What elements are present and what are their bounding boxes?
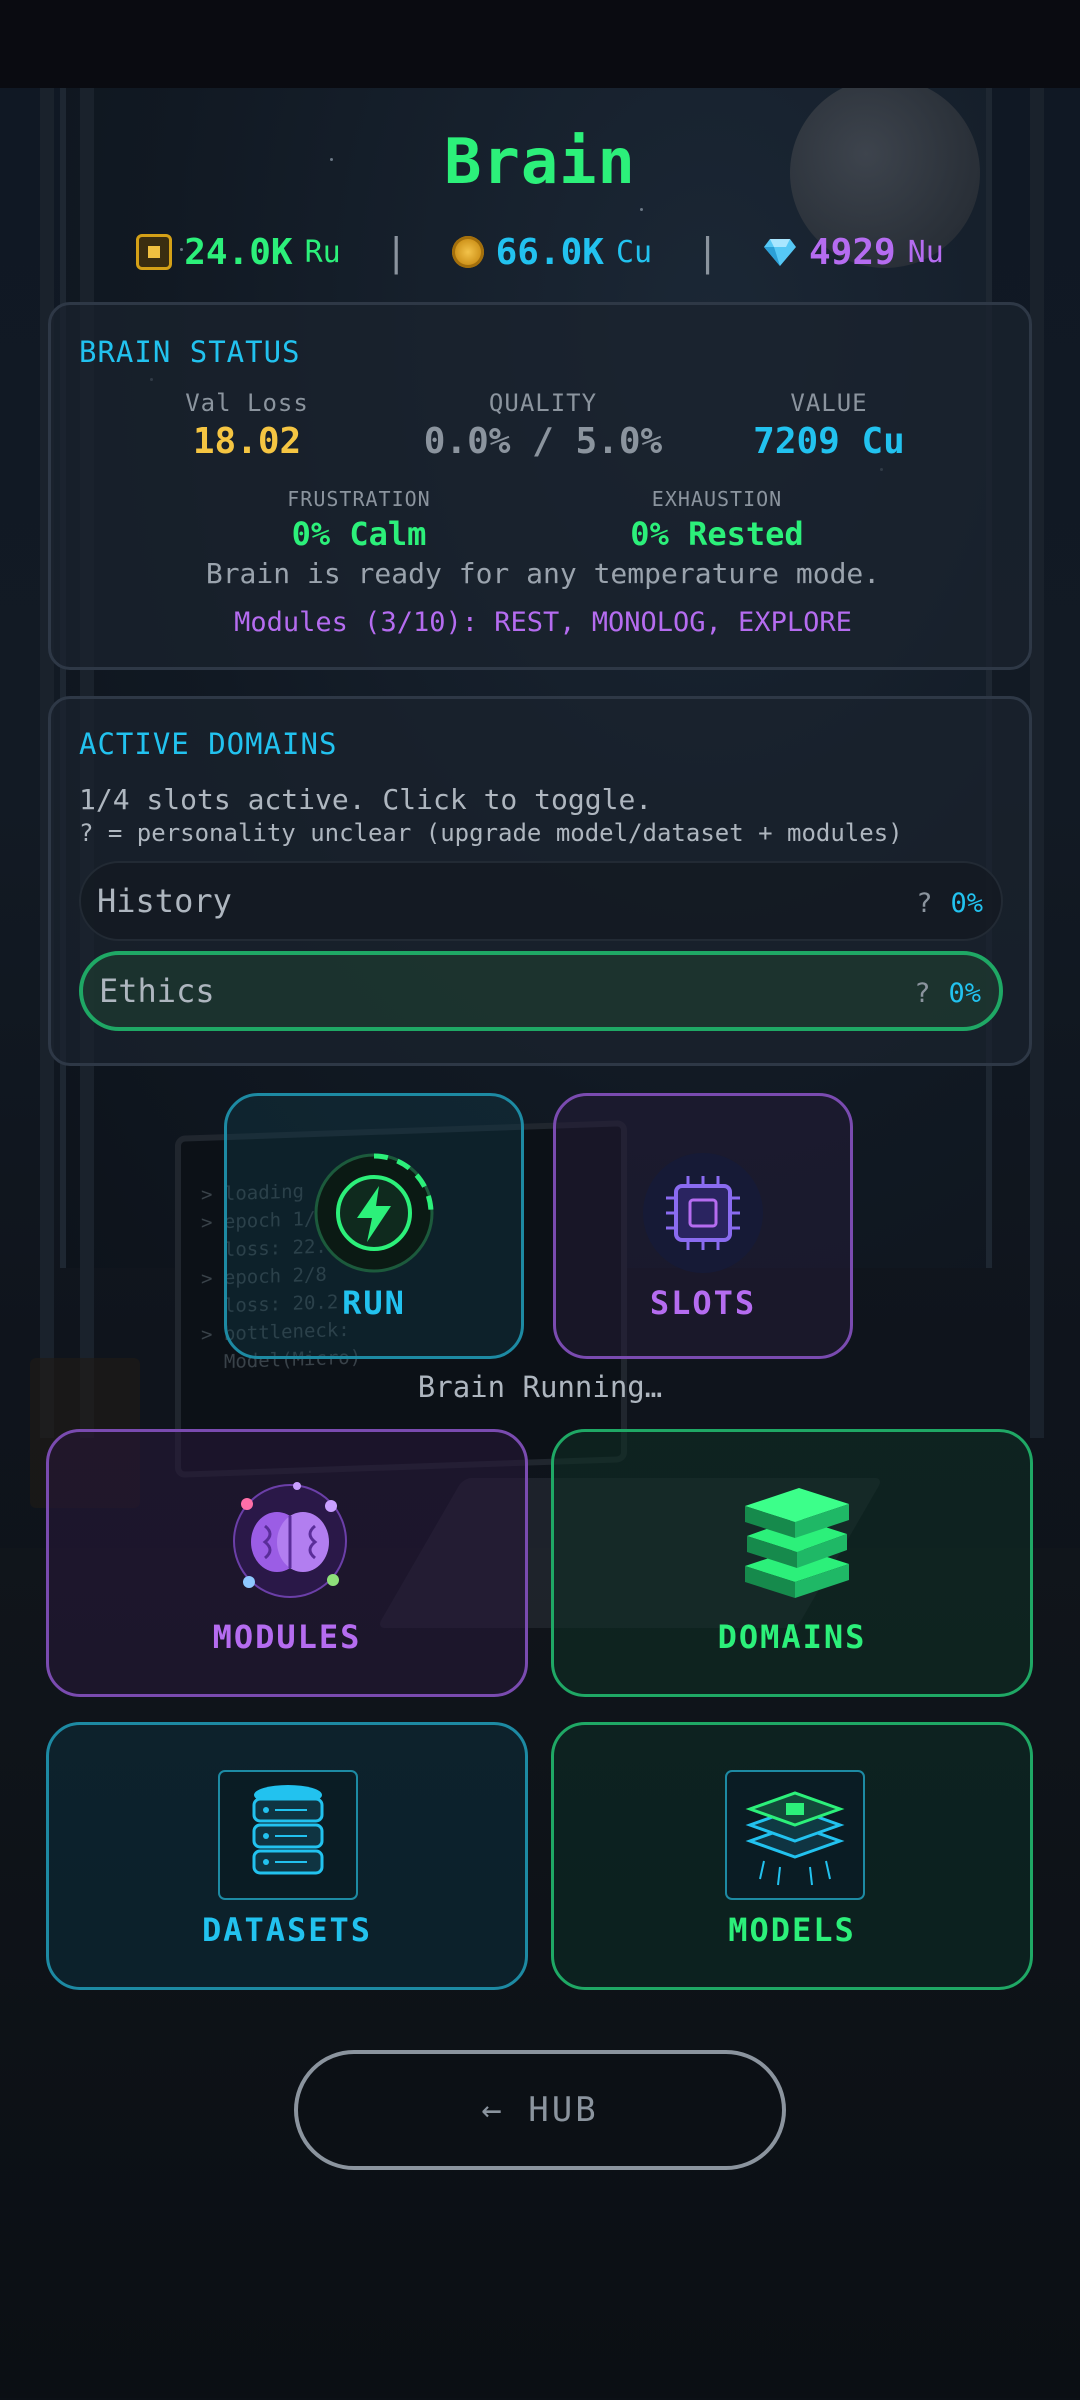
lightning-icon xyxy=(314,1153,434,1273)
frustration-value: 0% Calm xyxy=(291,515,427,553)
currency-ru: 24.0K Ru xyxy=(136,232,341,273)
chip-icon xyxy=(136,234,173,270)
domain-name: Ethics xyxy=(99,972,215,1010)
run-button[interactable]: RUN xyxy=(224,1093,524,1359)
val-loss-label: Val Loss xyxy=(185,389,309,417)
currency-cu-value: 66.0K xyxy=(495,231,604,273)
cpu-chip-icon xyxy=(643,1153,763,1273)
divider: | xyxy=(696,230,719,274)
running-status: Brain Running… xyxy=(417,1370,663,1404)
coin-icon xyxy=(451,236,484,268)
currency-nu-unit: Nu xyxy=(907,234,944,270)
value-amount: 7209 Cu xyxy=(753,421,905,462)
val-loss-value: 18.02 xyxy=(192,421,302,462)
exhaustion-stat: EXHAUSTION 0% Rested xyxy=(567,487,867,553)
currency-nu-value: 4929 xyxy=(808,231,896,273)
domain-clarity: ? xyxy=(916,888,933,919)
active-domains-panel: ACTIVE DOMAINS 1/4 slots active. Click t… xyxy=(48,696,1032,1066)
status-bar xyxy=(0,0,1080,88)
datasets-button[interactable]: DATASETS xyxy=(46,1722,528,1990)
exhaustion-value: 0% Rested xyxy=(630,515,804,553)
page-title: Brain xyxy=(444,125,636,198)
slots-button[interactable]: SLOTS xyxy=(553,1093,853,1359)
database-icon xyxy=(218,1770,358,1900)
val-loss-stat: Val Loss 18.02 xyxy=(97,389,397,462)
brain-status-heading: BRAIN STATUS xyxy=(79,335,301,369)
status-message: Brain is ready for any temperature mode. xyxy=(205,557,881,590)
models-button[interactable]: MODELS xyxy=(551,1722,1033,1990)
currency-bar: 24.0K Ru | 66.0K Cu | 4929 Nu xyxy=(0,230,1080,274)
layers-chip-icon xyxy=(725,1770,865,1900)
divider: | xyxy=(384,230,408,274)
modules-button[interactable]: MODULES xyxy=(46,1429,528,1697)
datasets-label: DATASETS xyxy=(201,1911,373,1949)
active-domains-heading: ACTIVE DOMAINS xyxy=(79,727,338,761)
value-stat: VALUE 7209 Cu xyxy=(679,389,979,462)
domain-percent: 0% xyxy=(948,978,981,1009)
domains-label: DOMAINS xyxy=(717,1618,867,1656)
quality-stat: QUALITY 0.0% / 5.0% xyxy=(393,389,693,462)
currency-cu-unit: Cu xyxy=(615,234,653,270)
hub-label: ← HUB xyxy=(481,2090,599,2130)
modules-summary: Modules (3/10): REST, MONOLOG, EXPLORE xyxy=(234,607,852,638)
run-label: RUN xyxy=(342,1284,406,1322)
slots-text: 1/4 slots active. Click to toggle. xyxy=(79,783,653,816)
page-header: Brain xyxy=(0,125,1080,198)
brain-icon xyxy=(233,1482,347,1598)
gem-icon xyxy=(763,239,796,266)
window-frame-right xyxy=(1030,88,1044,1438)
exhaustion-label: EXHAUSTION xyxy=(651,487,783,511)
domains-button[interactable]: DOMAINS xyxy=(551,1429,1033,1697)
frustration-label: FRUSTRATION xyxy=(287,487,431,511)
domain-item-history[interactable]: History ? 0% xyxy=(79,861,1003,941)
modules-label: MODULES xyxy=(212,1618,362,1656)
personality-hint: ? = personality unclear (upgrade model/d… xyxy=(79,819,903,847)
brain-status-panel: BRAIN STATUS Val Loss 18.02 QUALITY 0.0%… xyxy=(48,302,1032,670)
currency-ru-value: 24.0K xyxy=(184,231,293,273)
hub-button[interactable]: ← HUB xyxy=(294,2050,786,2170)
books-icon xyxy=(745,1488,849,1598)
frustration-stat: FRUSTRATION 0% Calm xyxy=(209,487,509,553)
quality-value: 0.0% / 5.0% xyxy=(423,421,663,462)
value-label: VALUE xyxy=(790,389,868,417)
currency-nu: 4929 Nu xyxy=(763,232,944,273)
slots-label: SLOTS xyxy=(649,1284,757,1322)
domain-percent: 0% xyxy=(950,888,983,919)
domain-item-ethics[interactable]: Ethics ? 0% xyxy=(79,951,1003,1031)
currency-cu: 66.0K Cu xyxy=(451,231,653,273)
models-label: MODELS xyxy=(728,1911,856,1949)
domain-clarity: ? xyxy=(914,978,931,1009)
quality-label: QUALITY xyxy=(488,389,598,417)
currency-ru-unit: Ru xyxy=(304,234,341,270)
domain-name: History xyxy=(97,882,232,920)
